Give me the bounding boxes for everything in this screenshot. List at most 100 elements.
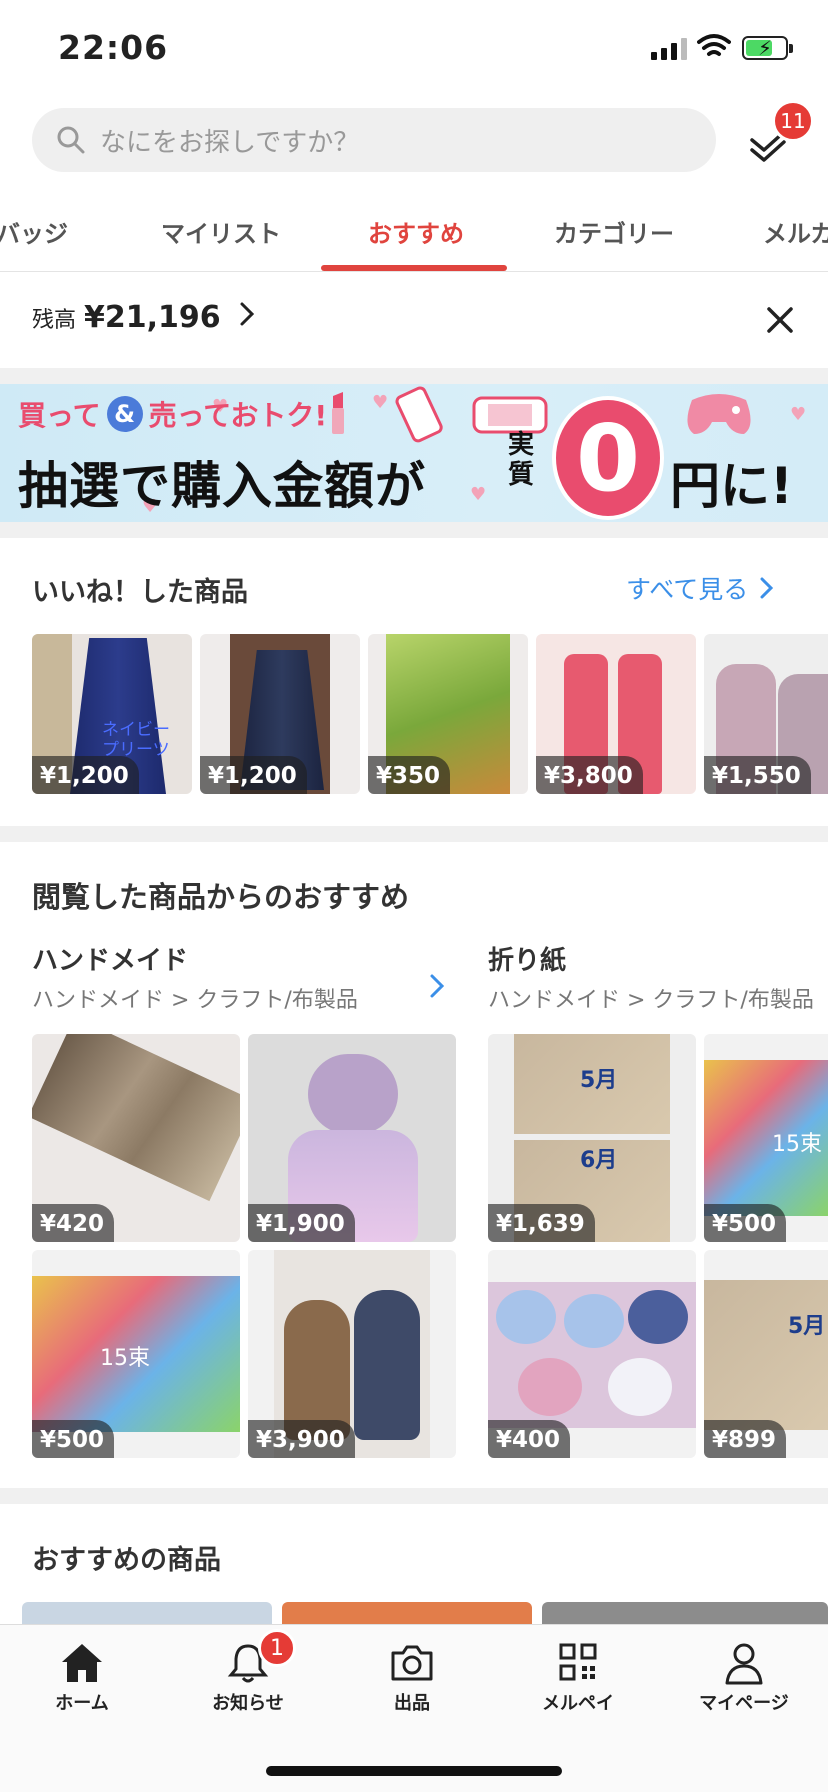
balance-label: 残高 — [32, 308, 77, 333]
product-image — [32, 1034, 240, 1202]
status-time: 22:06 — [58, 28, 169, 67]
liked-item-1[interactable]: ネイビー プリーツ ¥1,200 — [32, 634, 192, 794]
product-card[interactable]: ¥3,900 — [248, 1250, 456, 1458]
nav-notifications-label: お知らせ — [212, 1693, 284, 1714]
banner-tagline: 買って & 売っておトク! — [18, 394, 327, 434]
price-tag: ¥899 — [704, 1420, 787, 1458]
banner-amp: & — [106, 396, 143, 432]
divider — [0, 368, 828, 384]
liked-item-4[interactable]: ¥3,800 — [536, 634, 696, 794]
image-overlay-text: 5月 — [580, 1068, 618, 1093]
divider — [0, 1488, 828, 1504]
balance-row[interactable]: 残高 ¥21,196 — [32, 300, 259, 335]
tab-recommended[interactable]: おすすめ — [368, 214, 464, 249]
product-card[interactable]: 15束 ¥500 — [32, 1250, 240, 1458]
nav-merpay-label: メルペイ — [542, 1693, 614, 1714]
tab-mercari[interactable]: メルカ — [763, 214, 828, 249]
see-all-label: すべて見る — [626, 575, 749, 604]
price-tag: ¥3,800 — [536, 756, 643, 794]
price-tag: ¥1,550 — [704, 756, 811, 794]
close-icon[interactable] — [766, 306, 794, 334]
product-image — [608, 1358, 672, 1416]
nav-mypage[interactable]: マイページ — [684, 1641, 804, 1715]
price-tag: ¥500 — [704, 1204, 787, 1242]
product-card[interactable]: ¥400 — [488, 1250, 696, 1458]
banner-headline: 抽選で購入金額が — [18, 457, 426, 515]
todo-badge: 11 — [772, 100, 814, 142]
active-tab-indicator — [321, 265, 507, 271]
banner-jitsu: 実質 — [508, 430, 535, 490]
liked-section-title: いいね！した商品 — [32, 577, 248, 608]
search-bar[interactable]: なにをお探しですか？ — [32, 108, 716, 172]
product-card[interactable] — [542, 1602, 828, 1624]
home-icon — [62, 1644, 102, 1682]
price-tag: ¥420 — [32, 1204, 115, 1242]
image-overlay-text: 6月 — [580, 1148, 618, 1173]
product-card[interactable]: ¥420 — [32, 1034, 240, 1242]
app-screen: 22:06 ⚡ なにをお探しですか？ 11 バッジ マイリスト おすすめ カテゴ… — [0, 0, 828, 1792]
divider — [0, 522, 828, 538]
chevron-right-icon — [240, 302, 254, 326]
qr-icon — [559, 1643, 597, 1681]
tab-badge[interactable]: バッジ — [0, 214, 68, 249]
chevron-right-icon — [760, 577, 774, 599]
price-tag: ¥400 — [488, 1420, 571, 1458]
group-title-origami: 折り紙 — [488, 946, 567, 976]
chevron-right-icon[interactable] — [428, 972, 446, 1000]
group-title-handmade: ハンドメイド — [32, 946, 189, 976]
image-overlay-text: ネイビー プリーツ — [102, 720, 170, 760]
product-image — [518, 1358, 582, 1416]
battery-icon: ⚡ — [742, 36, 793, 60]
search-placeholder: なにをお探しですか？ — [100, 127, 360, 158]
nav-home[interactable]: ホーム — [22, 1641, 142, 1715]
product-image — [308, 1054, 398, 1134]
nav-sell[interactable]: 出品 — [352, 1641, 472, 1715]
product-card[interactable]: 5月 ¥899 — [704, 1250, 828, 1458]
price-tag: ¥1,900 — [248, 1204, 355, 1242]
phone-icon — [395, 386, 443, 443]
liked-item-3[interactable]: ¥350 — [368, 634, 528, 794]
viewed-section-title: 閲覧した商品からのおすすめ — [32, 880, 410, 914]
price-tag: ¥1,639 — [488, 1204, 595, 1242]
nav-mypage-label: マイページ — [699, 1693, 789, 1714]
campaign-banner[interactable]: ♥ ♥ ♥ ♥ ♥ 買って & 売っておトク! 抽選で購入金額が 実質 0 円に… — [0, 384, 828, 522]
controller-icon — [687, 394, 751, 434]
price-tag: ¥1,200 — [32, 756, 139, 794]
product-image — [496, 1290, 556, 1344]
price-tag: ¥3,900 — [248, 1420, 355, 1458]
balance-amount: ¥21,196 — [84, 300, 221, 335]
price-tag: ¥1,200 — [200, 756, 307, 794]
product-card[interactable] — [22, 1602, 272, 1624]
price-tag: ¥350 — [368, 756, 451, 794]
product-card[interactable]: ¥1,900 — [248, 1034, 456, 1242]
person-icon — [725, 1643, 763, 1685]
cellular-signal-icon — [651, 36, 687, 60]
tab-category[interactable]: カテゴリー — [554, 214, 674, 249]
product-image — [628, 1290, 688, 1344]
group-breadcrumb: ハンドメイド > クラフト/布製品 — [488, 988, 814, 1013]
product-image — [564, 1294, 624, 1348]
liked-item-5[interactable]: ¥1,550 — [704, 634, 828, 794]
banner-text-sell: 売っておトク! — [148, 399, 328, 432]
product-card[interactable]: 5月 6月 ¥1,639 — [488, 1034, 696, 1242]
tab-mylist[interactable]: マイリスト — [161, 214, 281, 249]
camera-icon — [391, 1645, 433, 1681]
nav-merpay[interactable]: メルペイ — [518, 1641, 638, 1715]
lipstick-icon — [332, 392, 344, 434]
image-overlay-text: 15束 — [772, 1132, 822, 1157]
group-breadcrumb: ハンドメイド > クラフト/布製品 — [32, 988, 358, 1013]
image-overlay-text: 5月 — [788, 1314, 826, 1339]
home-indicator — [266, 1766, 562, 1776]
product-card[interactable] — [282, 1602, 532, 1624]
product-card[interactable]: 15束 ¥500 — [704, 1034, 828, 1242]
banner-yen: 円に! — [670, 457, 793, 515]
product-image — [354, 1290, 420, 1440]
price-tag: ¥500 — [32, 1420, 115, 1458]
tab-bar: バッジ マイリスト おすすめ カテゴリー メルカ — [0, 196, 828, 272]
wifi-icon — [697, 34, 731, 56]
nav-home-label: ホーム — [55, 1693, 109, 1714]
divider — [0, 826, 828, 842]
see-all-link[interactable]: すべて見る — [626, 570, 776, 606]
image-overlay-text: 15束 — [100, 1346, 150, 1371]
liked-item-2[interactable]: ¥1,200 — [200, 634, 360, 794]
